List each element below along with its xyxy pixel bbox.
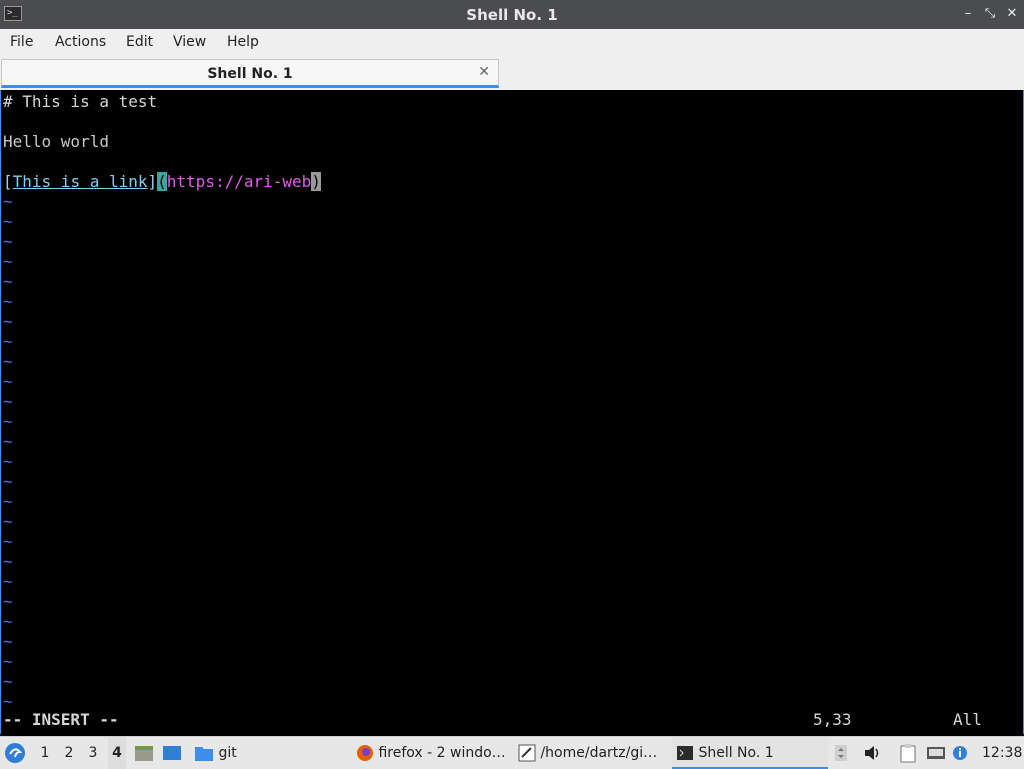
network-icon: [927, 747, 945, 759]
tab-shell-1[interactable]: Shell No. 1 ✕: [1, 59, 499, 88]
git-folder-launcher[interactable]: git: [194, 737, 254, 769]
cursor-close-paren: ): [311, 172, 321, 191]
desktop-2-button[interactable]: 2: [60, 737, 78, 769]
menu-actions[interactable]: Actions: [55, 34, 106, 50]
empty-line-tilde: ~: [3, 292, 13, 311]
text-editor-icon: [518, 744, 536, 762]
task-text-editor[interactable]: /home/dartz/gi…: [514, 737, 666, 769]
empty-line-tilde: ~: [3, 552, 13, 571]
menu-help[interactable]: Help: [227, 34, 259, 50]
tray-scroll-button[interactable]: [834, 737, 854, 769]
volume-button[interactable]: [862, 737, 884, 769]
task-terminal[interactable]: Shell No. 1: [672, 737, 828, 769]
terminal-icon: [677, 746, 693, 760]
tab-label: Shell No. 1: [207, 66, 293, 82]
git-folder-label: git: [218, 745, 237, 761]
clock[interactable]: 12:38: [982, 737, 1022, 769]
empty-line-tilde: ~: [3, 232, 13, 251]
empty-line-tilde: ~: [3, 572, 13, 591]
minimize-button[interactable]: –: [958, 4, 978, 24]
menu-view[interactable]: View: [173, 34, 206, 50]
empty-line-tilde: ~: [3, 272, 13, 291]
task-label: Shell No. 1: [698, 745, 774, 761]
empty-line-tilde: ~: [3, 492, 13, 511]
terminal-area[interactable]: # This is a test Hello world [This is a …: [0, 90, 1024, 734]
taskbar: 1 2 3 4 git firefox - 2 windo… /home/dar…: [0, 736, 1024, 769]
empty-line-tilde: ~: [3, 532, 13, 551]
distro-logo-icon: [5, 743, 25, 763]
editor-line-3: Hello world: [3, 132, 109, 151]
clipboard-icon: [900, 744, 916, 763]
info-icon: [953, 746, 967, 760]
task-firefox[interactable]: firefox - 2 windo…: [352, 737, 510, 769]
empty-line-tilde: ~: [3, 692, 13, 711]
window-title: Shell No. 1: [466, 6, 558, 24]
empty-line-tilde: ~: [3, 412, 13, 431]
empty-line-tilde: ~: [3, 372, 13, 391]
empty-line-tilde: ~: [3, 392, 13, 411]
archive-icon: [135, 746, 153, 761]
menubar: File Actions Edit View Help: [0, 29, 1024, 58]
menu-edit[interactable]: Edit: [126, 34, 153, 50]
empty-line-tilde: ~: [3, 592, 13, 611]
folder-icon: [195, 747, 213, 761]
link-url: https://ari-web: [166, 172, 312, 191]
file-manager-launcher[interactable]: [134, 737, 156, 769]
task-label: firefox - 2 windo…: [378, 745, 506, 761]
desktop-3-button[interactable]: 3: [84, 737, 102, 769]
tab-close-icon[interactable]: ✕: [478, 64, 490, 80]
empty-line-tilde: ~: [3, 212, 13, 231]
task-label: /home/dartz/gi…: [540, 745, 658, 761]
editor-line-5: [This is a link](https://ari-web): [3, 172, 321, 192]
link-open-bracket: [: [3, 172, 13, 191]
vim-mode-indicator: -- INSERT --: [3, 710, 119, 729]
empty-line-tilde: ~: [3, 432, 13, 451]
menu-file[interactable]: File: [10, 34, 33, 50]
empty-line-tilde: ~: [3, 612, 13, 631]
editor-line-1: # This is a test: [3, 92, 158, 111]
empty-line-tilde: ~: [3, 632, 13, 651]
empty-line-tilde: ~: [3, 672, 13, 691]
scroll-arrows-icon: [835, 745, 847, 761]
empty-line-tilde: ~: [3, 452, 13, 471]
link-close-bracket: ]: [147, 172, 158, 191]
link-text: This is a link: [12, 172, 148, 191]
update-notifier-button[interactable]: [952, 737, 972, 769]
show-desktop-button[interactable]: [162, 737, 184, 769]
empty-line-tilde: ~: [3, 652, 13, 671]
clipboard-button[interactable]: [898, 737, 922, 769]
empty-line-tilde: ~: [3, 312, 13, 331]
window-titlebar: >_ Shell No. 1 – ⤡ ✕: [0, 0, 1024, 29]
close-button[interactable]: ✕: [1002, 4, 1022, 24]
maximize-button[interactable]: ⤡: [980, 4, 1000, 24]
volume-icon: [865, 746, 879, 760]
empty-line-tilde: ~: [3, 352, 13, 371]
network-button[interactable]: [926, 737, 950, 769]
start-menu-button[interactable]: [4, 737, 28, 769]
firefox-icon: [357, 745, 373, 761]
desktop-4-button[interactable]: 4: [108, 737, 126, 769]
tab-bar: Shell No. 1 ✕: [0, 57, 1024, 90]
empty-line-tilde: ~: [3, 252, 13, 271]
empty-line-tilde: ~: [3, 332, 13, 351]
cursor-position: 5,33: [813, 710, 852, 729]
scroll-indicator: All: [953, 710, 982, 729]
empty-line-tilde: ~: [3, 472, 13, 491]
desktop-icon: [163, 746, 181, 760]
link-open-paren: (: [157, 172, 167, 191]
empty-line-tilde: ~: [3, 192, 13, 211]
empty-line-tilde: ~: [3, 512, 13, 531]
desktop-1-button[interactable]: 1: [36, 737, 54, 769]
